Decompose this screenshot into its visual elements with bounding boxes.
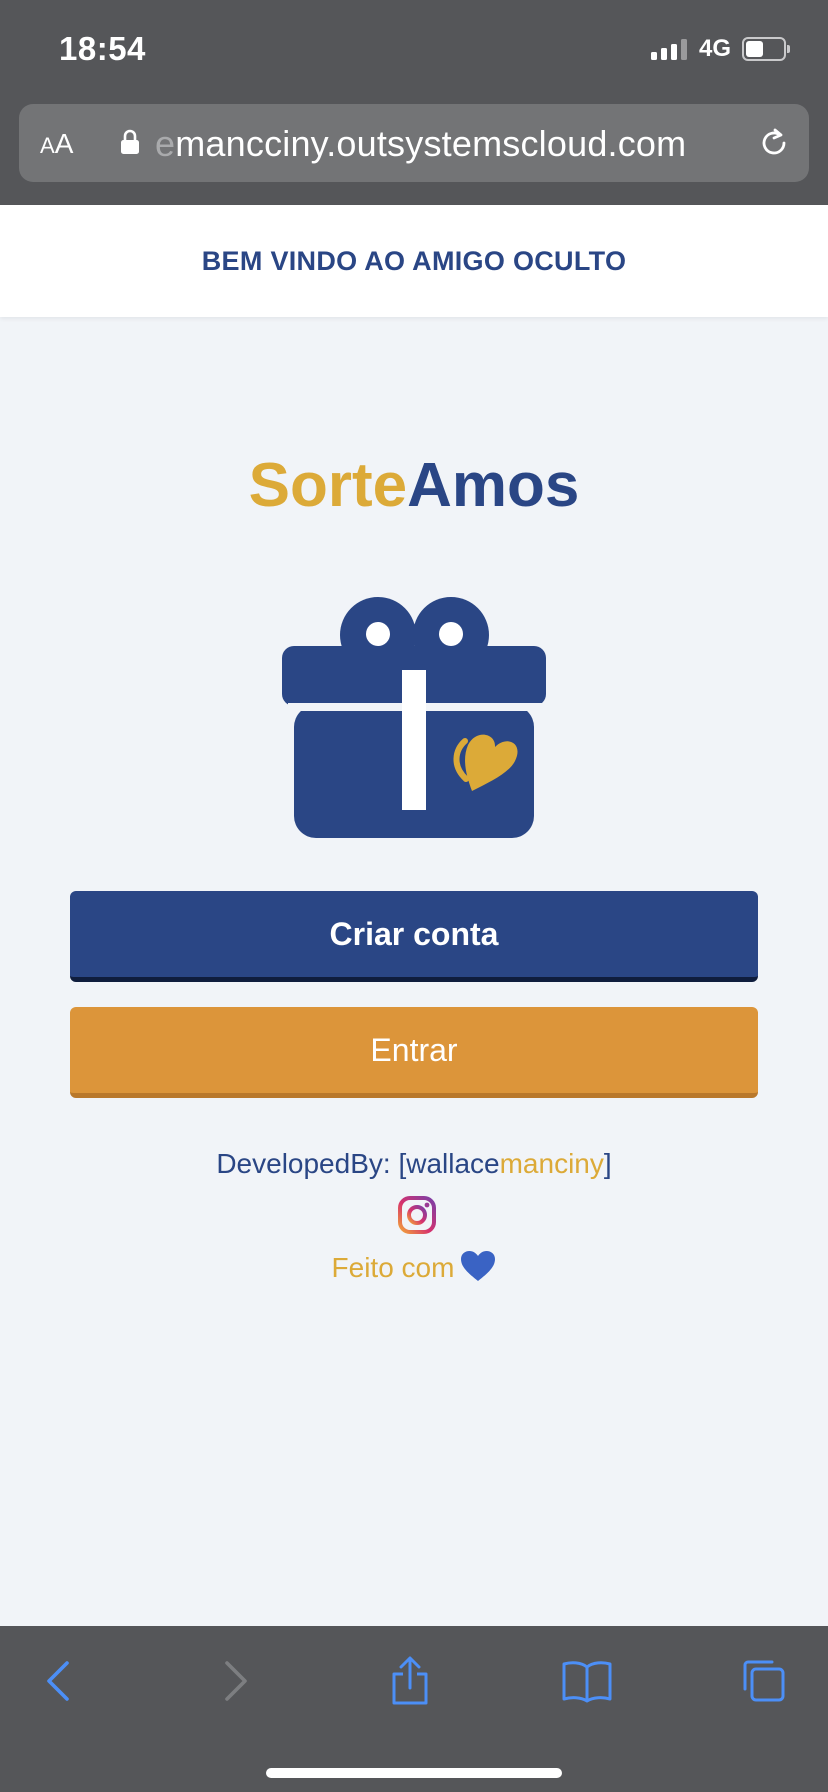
tabs-icon bbox=[743, 1660, 785, 1702]
share-icon bbox=[392, 1656, 428, 1705]
made-with-label: Feito com bbox=[331, 1252, 455, 1283]
login-button[interactable]: Entrar bbox=[70, 1007, 758, 1098]
status-time: 18:54 bbox=[59, 30, 146, 67]
battery-fill bbox=[746, 41, 763, 57]
app-header: BEM VINDO AO AMIGO OCULTO bbox=[0, 205, 828, 317]
brand-part-sorte: Sorte bbox=[248, 451, 408, 520]
gift-heart-logo-icon bbox=[282, 597, 546, 838]
reload-icon[interactable] bbox=[755, 124, 793, 162]
browser-top-chrome: 18:54 4G AA emancciny.outsystemscloud.co… bbox=[0, 0, 828, 205]
network-label: 4G bbox=[699, 35, 732, 62]
brand-title: SorteAmos bbox=[0, 450, 828, 521]
text-size-button[interactable]: AA bbox=[40, 128, 73, 160]
create-account-button[interactable]: Criar conta bbox=[70, 891, 758, 982]
tabs-button[interactable] bbox=[733, 1651, 793, 1711]
developed-by-highlight: manciny bbox=[499, 1148, 604, 1179]
browser-bottom-toolbar bbox=[0, 1626, 828, 1792]
url-faded-text: e bbox=[155, 123, 176, 164]
developed-by-suffix: ] bbox=[603, 1148, 612, 1179]
home-indicator bbox=[266, 1768, 562, 1778]
signal-icon bbox=[651, 38, 687, 60]
share-button[interactable] bbox=[380, 1651, 440, 1711]
header-title: BEM VINDO AO AMIGO OCULTO bbox=[201, 245, 627, 276]
developed-by-prefix: DevelopedBy: [wallace bbox=[216, 1148, 500, 1179]
chevron-right-icon bbox=[225, 1661, 247, 1701]
book-icon bbox=[562, 1661, 612, 1703]
url-domain: mancciny.outsystemscloud.com bbox=[175, 123, 687, 164]
forward-button[interactable] bbox=[206, 1651, 266, 1711]
back-button[interactable] bbox=[28, 1651, 88, 1711]
heart-icon bbox=[461, 1251, 496, 1281]
bookmarks-button[interactable] bbox=[557, 1651, 617, 1711]
developed-by-text: DevelopedBy: [wallacemanciny] bbox=[0, 1148, 828, 1180]
battery-icon bbox=[742, 37, 790, 61]
brand-part-amos: Amos bbox=[407, 451, 580, 520]
made-with-text: Feito com bbox=[0, 1250, 828, 1284]
url-text[interactable]: emancciny.outsystemscloud.com bbox=[155, 123, 686, 165]
lock-icon bbox=[121, 129, 139, 154]
instagram-icon[interactable] bbox=[397, 1195, 437, 1235]
address-bar[interactable]: AA emancciny.outsystemscloud.com bbox=[19, 104, 809, 182]
chevron-left-icon bbox=[47, 1661, 69, 1701]
